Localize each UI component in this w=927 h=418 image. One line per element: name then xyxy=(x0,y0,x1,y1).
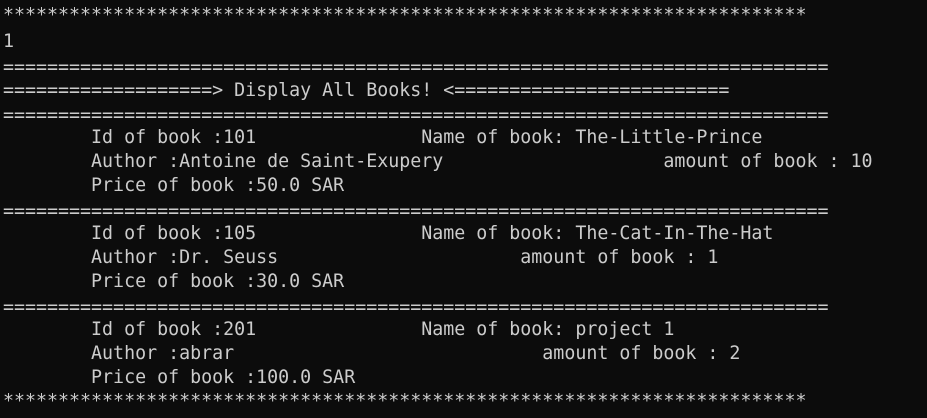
book-1-id-name-line: Id of book :101 Name of book: The-Little… xyxy=(3,127,763,148)
book-3-id-name-line: Id of book :201 Name of book: project 1 xyxy=(3,319,675,340)
book-3-author-amount-line: Author :abrar amount of book : 2 xyxy=(3,343,741,364)
book-2-price-line: Price of book :30.0 SAR xyxy=(3,271,345,292)
console-window[interactable]: ****************************************… xyxy=(0,0,927,418)
user-input-line: 1 xyxy=(3,31,15,52)
separator-stars-bottom: ****************************************… xyxy=(3,391,807,412)
book-3-price-line: Price of book :100.0 SAR xyxy=(3,367,356,388)
book-2-author-amount-line: Author :Dr. Seuss amount of book : 1 xyxy=(3,247,719,268)
separator-equals: ========================================… xyxy=(3,297,829,318)
separator-equals: ========================================… xyxy=(3,105,829,126)
book-1-author-amount-line: Author :Antoine de Saint-Exupery amount … xyxy=(3,151,873,172)
separator-equals: ========================================… xyxy=(3,201,829,222)
book-1-price-line: Price of book :50.0 SAR xyxy=(3,175,345,196)
section-title-line: ===================> Display All Books! … xyxy=(3,80,730,101)
separator-stars-top: ****************************************… xyxy=(3,5,807,26)
separator-equals: ========================================… xyxy=(3,57,829,78)
book-2-id-name-line: Id of book :105 Name of book: The-Cat-In… xyxy=(3,223,774,244)
